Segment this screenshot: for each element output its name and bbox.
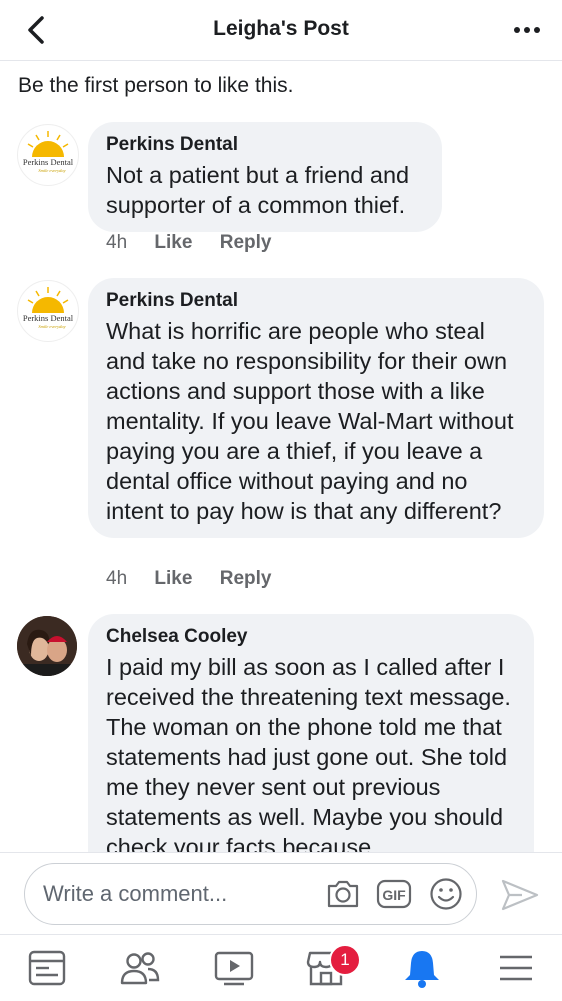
gif-icon[interactable]: GIF: [376, 879, 412, 909]
watch-video-icon[interactable]: [212, 947, 256, 989]
camera-icon[interactable]: [325, 878, 361, 910]
comment-list-clip: Chelsea Cooley I paid my bill as soon as…: [0, 0, 562, 852]
comment-author[interactable]: Chelsea Cooley: [106, 626, 516, 648]
news-feed-icon[interactable]: [25, 947, 69, 989]
comment-bubble[interactable]: Chelsea Cooley I paid my bill as soon as…: [88, 614, 534, 852]
profile-photo-icon: [17, 616, 77, 676]
emoji-icon[interactable]: [429, 877, 463, 911]
avatar[interactable]: [17, 616, 77, 676]
friends-icon[interactable]: [118, 947, 162, 989]
svg-text:GIF: GIF: [382, 887, 406, 903]
comment-text: I paid my bill as soon as I called after…: [106, 654, 511, 852]
comment-input-placeholder: Write a comment...: [43, 881, 228, 906]
notification-badge: 1: [329, 944, 361, 976]
comment-input[interactable]: Write a comment... GIF: [24, 863, 477, 925]
menu-hamburger-icon[interactable]: [494, 947, 538, 989]
send-icon[interactable]: [500, 877, 540, 913]
comment-composer: Write a comment... GIF: [0, 852, 562, 935]
bottom-tab-bar: [0, 934, 562, 1001]
notifications-bell-icon[interactable]: [400, 947, 444, 989]
